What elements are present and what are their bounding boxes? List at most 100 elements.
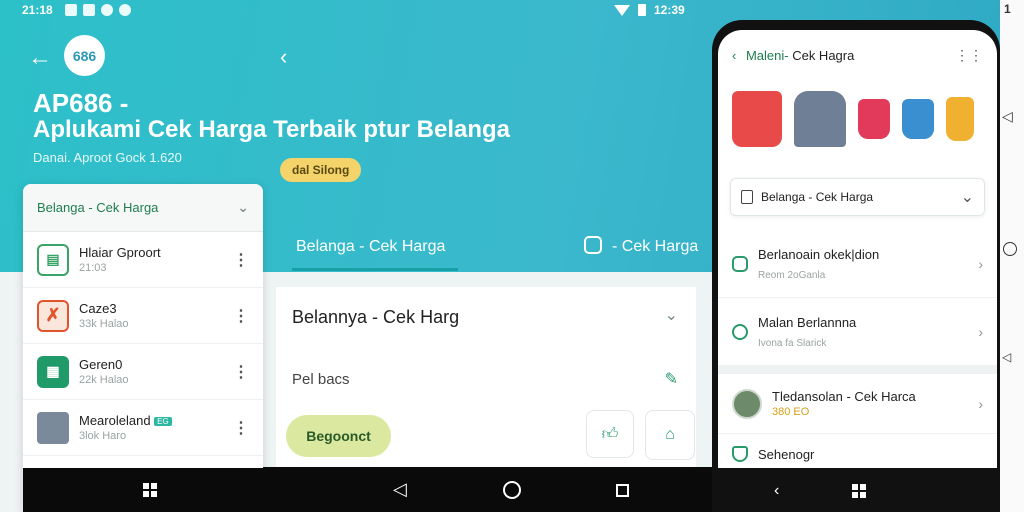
chevron-right-icon: › [978, 323, 983, 340]
chevron-left-icon[interactable]: ‹ [280, 44, 287, 70]
wifi-icon [614, 4, 630, 16]
recents-nav-icon[interactable]: ◁ [1002, 350, 1011, 364]
list-item[interactable]: Sehenogr [718, 434, 997, 468]
back-nav-icon[interactable]: ◁ [393, 479, 407, 500]
edit-icon [82, 4, 95, 16]
more-icon[interactable]: ⋮ [233, 306, 249, 326]
gear-icon [584, 236, 602, 254]
back-chevron-icon[interactable]: ‹ [732, 48, 736, 63]
status-bar: 21:18 12:39 [0, 0, 1024, 20]
divider [718, 366, 997, 374]
home-nav-icon[interactable] [503, 481, 521, 499]
panel-subtitle: Pel bacs [292, 371, 350, 388]
left-card-title: Belanga - Cek Harga [37, 200, 159, 215]
list-item-sub: 21:03 [79, 262, 107, 274]
product-shirt-icon[interactable] [794, 91, 846, 147]
primary-button[interactable]: Begoonct [286, 415, 391, 457]
chevron-right-icon: › [978, 255, 983, 272]
product-bag-icon[interactable] [946, 97, 974, 141]
product-bag-icon[interactable] [858, 99, 890, 139]
app-title: AP686 - [33, 88, 129, 118]
phone-screen: ‹ Maleni- Cek Hagra ⋮⋮ Belanga - Cek Har… [718, 30, 997, 468]
home-icon[interactable]: ⌂ [645, 410, 695, 460]
settings-icon [118, 4, 131, 16]
back-nav-icon[interactable]: ◁ [1002, 108, 1013, 125]
list-item[interactable]: ▦ Geren0 22k Halao ⋮ [23, 344, 263, 400]
grid-menu-icon[interactable]: ⋮⋮ [955, 47, 983, 64]
document-icon [741, 190, 753, 204]
document-icon: ▤ [37, 243, 69, 276]
back-arrow-icon[interactable]: ← [28, 44, 52, 72]
chevron-down-icon[interactable]: ⌄ [237, 199, 249, 216]
chevron-down-icon: ⌄ [960, 189, 974, 206]
profile-meta: 380 EO [772, 406, 810, 418]
battery-icon [638, 4, 646, 16]
left-card: Belanga - Cek Harga ⌄ ▤ Hlaiar Gproort 2… [23, 184, 263, 512]
app-logo: 686 [64, 35, 105, 76]
windows-icon[interactable] [852, 484, 866, 498]
list-item-sub: 33k Halao [79, 318, 129, 330]
left-nav-bar [23, 468, 263, 512]
product-bag-icon[interactable] [902, 99, 934, 139]
list-item[interactable]: Malan Berlannna Ivona fa Slarick › [718, 298, 997, 366]
header-title: Cek Hagra [788, 47, 855, 63]
phone-frame: ‹ Maleni- Cek Hagra ⋮⋮ Belanga - Cek Har… [712, 20, 1000, 512]
message-icon [732, 323, 748, 340]
list-item-title: Caze3 [79, 301, 117, 316]
list-item-sub: 3lok Haro [79, 430, 127, 442]
list-item-title: Mearoleland [79, 413, 151, 428]
bottom-nav-bar: ◁ [263, 467, 714, 512]
list-item-sub: Reom 2oGanla [758, 269, 826, 281]
back-nav-icon[interactable]: ‹ [774, 482, 779, 500]
chat-icon [732, 255, 748, 272]
more-icon[interactable]: ⋮ [233, 418, 249, 438]
list-item-sub: 22k Halao [79, 374, 129, 386]
list-item[interactable]: Mearoleland EG 3lok Haro ⋮ [23, 400, 263, 456]
list-item[interactable]: Berlanoain okek|dion Reom 2oGanla › [718, 230, 997, 298]
list-item[interactable]: ✗ Caze3 33k Halao ⋮ [23, 288, 263, 344]
select-label: Belanga - Cek Harga [761, 190, 874, 204]
gallery-icon [64, 4, 77, 16]
mini-badge: EG [154, 417, 172, 427]
close-icon: ✗ [37, 299, 69, 332]
tab-underline [292, 268, 458, 271]
promo-badge[interactable]: dal Silong [280, 158, 362, 182]
header-brand: Maleni- [745, 47, 789, 63]
tab-cek-harga[interactable]: - Cek Harga [612, 238, 698, 256]
status-indicator: 1 [1004, 2, 1011, 16]
tab-belanga[interactable]: Belanga - Cek Harga [296, 238, 445, 256]
list-item-title: Berlanoain okek|dion [758, 246, 880, 262]
app-meta: Danai. Aproot Gock 1.620 [33, 150, 182, 165]
avatar [732, 388, 762, 419]
category-select[interactable]: Belanga - Cek Harga ⌄ [730, 178, 985, 216]
list-item-sub: Ivona fa Slarick [758, 337, 827, 349]
product-bag-icon[interactable] [732, 91, 782, 147]
home-nav-icon[interactable] [1003, 242, 1017, 256]
left-card-header[interactable]: Belanga - Cek Harga ⌄ [23, 184, 263, 232]
panel-title: Belannya - Cek Harg [292, 307, 460, 327]
recents-nav-icon[interactable] [616, 484, 629, 497]
status-time-right: 12:39 [654, 3, 685, 17]
list-item-title: Sehenogr [758, 446, 815, 462]
windows-icon[interactable] [143, 483, 157, 497]
status-time: 21:18 [22, 3, 53, 17]
chevron-down-icon[interactable]: ⌄ [665, 305, 678, 325]
app-subtitle: Aplukami Cek Harga Terbaik ptur Belanga [33, 116, 511, 143]
pencil-icon[interactable]: ✎ [665, 369, 678, 389]
avatar [37, 411, 69, 444]
list-item-title: Malan Berlannna [758, 314, 857, 330]
product-carousel[interactable] [718, 80, 997, 158]
grid-icon: ▦ [37, 355, 69, 388]
list-item[interactable]: ▤ Hlaiar Gproort 21:03 ⋮ [23, 232, 263, 288]
system-side-bar: 1 ◁ ◁ [1000, 0, 1024, 512]
more-icon[interactable]: ⋮ [233, 362, 249, 382]
profile-title: Tledansolan - Cek Harca [772, 389, 916, 404]
chevron-right-icon: › [978, 395, 983, 412]
home-icon [732, 446, 748, 462]
list-item-title: Geren0 [79, 357, 123, 372]
more-icon[interactable]: ⋮ [233, 250, 249, 270]
profile-item[interactable]: Tledansolan - Cek Harca 380 EO › [718, 374, 997, 434]
location-icon [100, 4, 113, 16]
list-item-title: Hlaiar Gproort [79, 245, 161, 260]
thumbs-up-icon[interactable]: 👍︎ [586, 410, 634, 458]
